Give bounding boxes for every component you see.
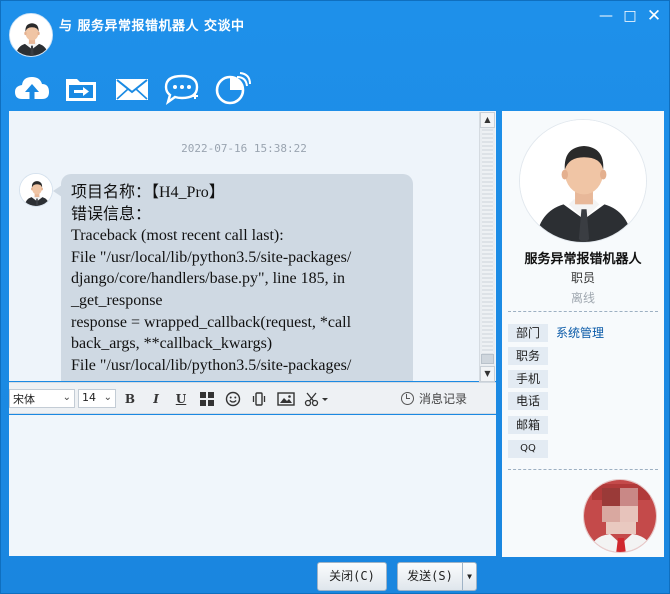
field-label-department: 部门 bbox=[508, 324, 548, 342]
message-bubble: 项目名称：【H4_Pro】 错误信息： Traceback (most rece… bbox=[61, 174, 413, 381]
chevron-down-icon: ⌄ bbox=[103, 392, 112, 403]
message-line: django/core/handlers/base.py", line 185,… bbox=[71, 270, 346, 288]
scroll-track[interactable] bbox=[482, 129, 493, 365]
message-line: 错误信息： bbox=[71, 205, 152, 223]
minimize-button[interactable]: — bbox=[595, 7, 617, 25]
format-toolbar: 宋体 ⌄ 14 ⌄ B I U 消息记录 bbox=[9, 382, 496, 414]
field-label-position: 职务 bbox=[508, 347, 548, 365]
send-options-button[interactable]: ▼ bbox=[462, 562, 477, 591]
contact-profile-panel: 服务异常报错机器人 职员 离线 部门 系统管理 职务 手机 电话 邮箱 QQ bbox=[502, 111, 664, 557]
message-line: _get_response bbox=[71, 291, 163, 309]
italic-button[interactable]: I bbox=[147, 390, 165, 408]
underline-button[interactable]: U bbox=[172, 390, 190, 408]
profile-name: 服务异常报错机器人 bbox=[524, 252, 642, 267]
chat-window: 与 服务异常报错机器人 交谈中 — □ ✕ 2022-07-16 15:38:2… bbox=[0, 0, 670, 594]
send-button[interactable]: 发送(S) bbox=[397, 562, 463, 591]
folder-send-icon[interactable] bbox=[63, 71, 101, 107]
scroll-thumb[interactable] bbox=[481, 354, 494, 364]
profile-role: 职员 bbox=[570, 271, 595, 285]
close-button[interactable]: 关闭(C) bbox=[317, 562, 387, 591]
message-history-button[interactable]: 消息记录 bbox=[401, 390, 467, 407]
message-line: response = wrapped_callback(request, *ca… bbox=[71, 313, 352, 331]
grid-icon[interactable] bbox=[198, 390, 216, 408]
bold-button[interactable]: B bbox=[121, 390, 139, 408]
remote-assist-icon[interactable] bbox=[213, 71, 251, 107]
font-size-select[interactable]: 14 ⌄ bbox=[78, 389, 116, 408]
image-icon[interactable] bbox=[277, 390, 295, 408]
field-label-email: 邮箱 bbox=[508, 416, 548, 434]
chat-add-icon[interactable] bbox=[163, 71, 201, 107]
field-label-mobile: 手机 bbox=[508, 370, 548, 388]
scroll-down-button[interactable]: ▼ bbox=[480, 366, 495, 382]
maximize-button[interactable]: □ bbox=[619, 7, 641, 25]
chat-scrollbar[interactable]: ▲ ▼ bbox=[479, 112, 495, 382]
close-window-button[interactable]: ✕ bbox=[643, 7, 665, 25]
message-line: 项目名称：【H4_Pro】 bbox=[71, 184, 225, 201]
font-family-select[interactable]: 宋体 ⌄ bbox=[9, 389, 75, 408]
field-label-qq: QQ bbox=[508, 440, 548, 458]
chevron-down-icon: ⌄ bbox=[62, 392, 71, 403]
sender-avatar[interactable] bbox=[19, 173, 53, 207]
field-label-phone: 电话 bbox=[508, 392, 548, 410]
window-title: 与 服务异常报错机器人 交谈中 bbox=[59, 19, 245, 34]
profile-status: 离线 bbox=[570, 291, 595, 305]
own-avatar[interactable] bbox=[583, 479, 657, 553]
vibrate-icon[interactable] bbox=[250, 390, 268, 408]
emoji-icon[interactable] bbox=[224, 390, 242, 408]
profile-photo bbox=[519, 119, 647, 243]
message-input[interactable] bbox=[9, 415, 496, 556]
history-label: 消息记录 bbox=[419, 392, 468, 406]
message-line: Traceback (most recent call last): bbox=[71, 227, 284, 245]
field-value-department: 系统管理 bbox=[556, 326, 605, 340]
message-history-panel[interactable]: 2022-07-16 15:38:22 项目名称：【H4_Pro】 错误信息： … bbox=[9, 111, 496, 381]
scroll-up-button[interactable]: ▲ bbox=[480, 112, 495, 128]
clock-icon bbox=[401, 392, 414, 405]
contact-avatar[interactable] bbox=[9, 13, 53, 57]
screenshot-icon[interactable] bbox=[303, 390, 333, 408]
font-size-value: 14 bbox=[82, 391, 96, 404]
message-line: File "/usr/local/lib/python3.5/site-pack… bbox=[71, 248, 352, 266]
mail-icon[interactable] bbox=[113, 71, 151, 107]
upload-cloud-icon[interactable] bbox=[13, 71, 51, 107]
font-family-value: 宋体 bbox=[13, 393, 35, 406]
divider bbox=[508, 469, 658, 470]
message-line: File "/usr/local/lib/python3.5/site-pack… bbox=[71, 356, 352, 374]
divider bbox=[508, 311, 658, 312]
message-line: back_args, **callback_kwargs) bbox=[71, 335, 273, 353]
message-timestamp: 2022-07-16 15:38:22 bbox=[181, 142, 307, 155]
